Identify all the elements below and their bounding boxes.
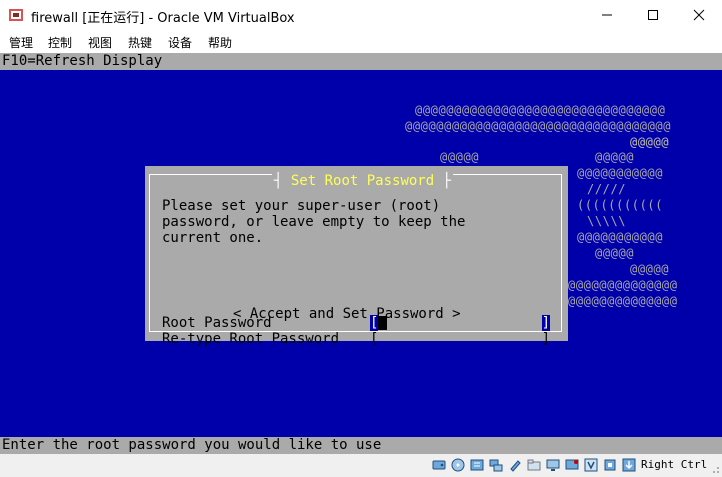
host-key-label: Right Ctrl bbox=[641, 458, 708, 471]
message-line: current one. bbox=[162, 230, 264, 246]
menu-item-view[interactable]: 视图 bbox=[88, 34, 112, 51]
dialog-message: Please set your super-user (root) passwo… bbox=[162, 198, 465, 246]
usb-icon[interactable] bbox=[508, 458, 522, 472]
logo-line: @@@@@@@@@@@@@@@@@@@@@@@@@@@@@@@@@@ bbox=[405, 119, 672, 133]
virtualbox-icon bbox=[9, 9, 23, 21]
menu-bar: 管理 控制 视图 热键 设备 帮助 bbox=[0, 31, 722, 53]
window-title: firewall [正在运行] - Oracle VM VirtualBox bbox=[31, 11, 295, 26]
optical-drive-icon[interactable] bbox=[451, 458, 465, 472]
display-icon[interactable] bbox=[546, 458, 560, 472]
resize-grip-icon[interactable] bbox=[708, 462, 720, 474]
logo-line: ///// bbox=[587, 182, 627, 196]
logo-line: \\\\\ bbox=[587, 214, 627, 228]
cpu-icon[interactable] bbox=[603, 458, 617, 472]
help-line: Enter the root password you would like t… bbox=[0, 437, 722, 454]
close-icon bbox=[693, 9, 705, 21]
dialog-title-wrap: ┤ Set Root Password ├ bbox=[272, 173, 454, 191]
menu-item-devices[interactable]: 设备 bbox=[168, 34, 192, 51]
close-button[interactable] bbox=[676, 0, 722, 30]
shared-folders-icon[interactable] bbox=[527, 458, 541, 472]
accept-button[interactable]: < Accept and Set Password > bbox=[233, 306, 461, 322]
menu-item-help[interactable]: 帮助 bbox=[208, 34, 232, 51]
logo-line: @@@@@@@@@@@ bbox=[577, 230, 664, 244]
field-bracket-right: ] bbox=[541, 331, 550, 347]
message-line: Please set your super-user (root) bbox=[162, 198, 441, 214]
logo-line: @@@@@@@@@@@@@@ bbox=[568, 278, 678, 292]
title-bar: firewall [正在运行] - Oracle VM VirtualBox bbox=[0, 0, 722, 31]
maximize-button[interactable] bbox=[630, 0, 676, 30]
logo-line: @@@@@ bbox=[630, 262, 670, 276]
menu-item-manage[interactable]: 管理 bbox=[9, 34, 33, 51]
hard-disk-icon[interactable] bbox=[432, 458, 446, 472]
menu-item-hotkeys[interactable]: 热键 bbox=[128, 34, 152, 51]
retype-password-label: Re-type Root Password bbox=[162, 331, 340, 347]
minimize-button[interactable] bbox=[584, 0, 630, 30]
logo-line: @@@@@@@@@@@@@@ bbox=[568, 294, 678, 308]
network-icon[interactable] bbox=[489, 458, 503, 472]
dialog-title: Set Root Password bbox=[290, 173, 435, 189]
video-capture-icon[interactable] bbox=[565, 458, 579, 472]
audio-icon[interactable] bbox=[470, 458, 484, 472]
logo-line: @@@@@@@@@@@@@@@@@@@@@@@@@@@@@@@@ bbox=[415, 103, 666, 117]
logo-line: @@@@@ bbox=[630, 135, 670, 149]
mouse-integration-icon[interactable] bbox=[622, 458, 636, 472]
field-bracket-left: [ bbox=[370, 331, 379, 347]
menu-item-control[interactable]: 控制 bbox=[48, 34, 72, 51]
retype-password-input[interactable]: [ ] bbox=[370, 331, 550, 347]
maximize-icon bbox=[648, 10, 658, 20]
field-bracket-right: ] bbox=[541, 315, 550, 331]
minimize-icon bbox=[602, 14, 612, 16]
logo-line: @@@@@@@@@@@ bbox=[577, 166, 664, 180]
vm-display[interactable]: F10=Refresh Display @@@@@@@@@@@@@@@@@@@@… bbox=[0, 53, 722, 454]
message-line: password, or leave empty to keep the bbox=[162, 214, 466, 230]
logo-line: @@@@@ bbox=[595, 246, 635, 260]
set-root-password-dialog: ┤ Set Root Password ├ Please set your su… bbox=[145, 166, 568, 347]
logo-line: @@@@@ bbox=[440, 150, 480, 164]
logo-line: @@@@@ bbox=[595, 150, 635, 164]
status-bar: Right Ctrl bbox=[0, 454, 722, 477]
virtualization-icon[interactable] bbox=[584, 458, 598, 472]
logo-line: ((((((((((( bbox=[577, 198, 664, 212]
